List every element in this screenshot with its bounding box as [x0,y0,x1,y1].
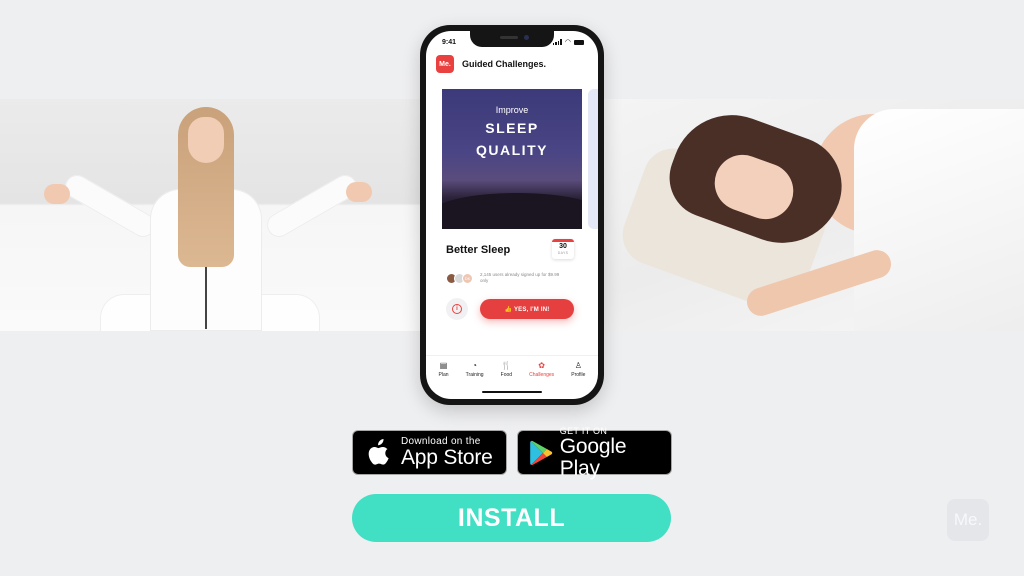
bed-sheet [854,109,1024,331]
app-header: Me. Guided Challenges. [436,55,546,73]
hero-title-line2: QUALITY [476,142,548,158]
info-button[interactable]: i [446,298,468,320]
status-icons: ◠ [552,38,584,46]
sleeping-photo [604,99,1024,331]
hero-subtitle: Improve [495,105,529,115]
status-time: 9:41 [442,39,457,46]
tab-label: Training [465,372,484,378]
join-challenge-button[interactable]: 👍 YES, I'M IN! [480,299,574,319]
app-store-button[interactable]: Download on the App Store [352,430,507,475]
app-logo: Me. [436,55,454,73]
mountain-silhouette [442,193,582,229]
watermark-logo: Me. [947,499,989,541]
challenge-hero-image[interactable]: Improve SLEEP QUALITY [442,89,582,229]
calendar-days-badge: 30 DAYS [552,239,574,259]
home-indicator [482,391,542,393]
avatar: DK [462,273,473,284]
page-title: Guided Challenges. [462,59,547,69]
figure-face [188,117,224,163]
tab-plan[interactable]: ▤ Plan [439,356,449,385]
phone-screen: 9:41 ◠ Me. Guided Challenges. Improve SL… [426,31,598,399]
tab-challenges[interactable]: ✿ Challenges [529,356,554,385]
google-play-button[interactable]: GET IT ON Google Play [517,426,672,479]
info-icon: i [452,304,462,314]
meditation-photo [0,99,420,331]
battery-icon [574,39,584,45]
figure-hand-right [346,182,372,202]
bottom-tab-bar: ▤ Plan ◔ Training 🍴 Food ✿ Challenges ♙ … [426,355,598,385]
training-icon: ◔ [472,361,478,370]
user-avatars: DK [446,273,473,284]
tab-food[interactable]: 🍴 Food [501,356,512,385]
google-play-small-text: GET IT ON [559,425,608,436]
google-play-big-text: Google Play [559,434,627,480]
wifi-icon: ◠ [564,39,571,46]
apple-icon [368,438,389,465]
days-number: 30 [559,243,567,250]
food-icon: 🍴 [501,361,512,370]
tab-label: Food [500,372,513,378]
app-store-big-text: App Store [401,446,493,469]
google-play-icon [530,440,553,465]
signup-count-text: 2,145 users already signed up for $9.99 … [480,272,560,283]
figure-arm-left [60,170,160,242]
camera-icon [524,35,529,40]
tab-label: Challenges [529,372,555,378]
challenges-icon: ✿ [538,361,545,370]
tab-training[interactable]: ◔ Training [466,356,484,385]
phone-mockup: 9:41 ◠ Me. Guided Challenges. Improve SL… [420,25,604,405]
tab-profile[interactable]: ♙ Profile [571,356,585,385]
challenge-title: Better Sleep [446,244,511,256]
figure-arm-right [262,170,362,242]
phone-notch [470,31,554,47]
hero-title-line1: SLEEP [485,120,539,136]
speaker-grille [500,36,518,39]
install-button[interactable]: INSTALL [352,494,671,542]
days-label: DAYS [557,251,569,255]
figure-hand-left [44,184,70,204]
plan-icon: ▤ [439,361,448,370]
tab-label: Profile [571,372,586,378]
next-challenge-card-peek[interactable] [588,89,598,229]
signal-icon [552,39,562,45]
profile-icon: ♙ [574,361,582,370]
tab-label: Plan [438,372,449,378]
